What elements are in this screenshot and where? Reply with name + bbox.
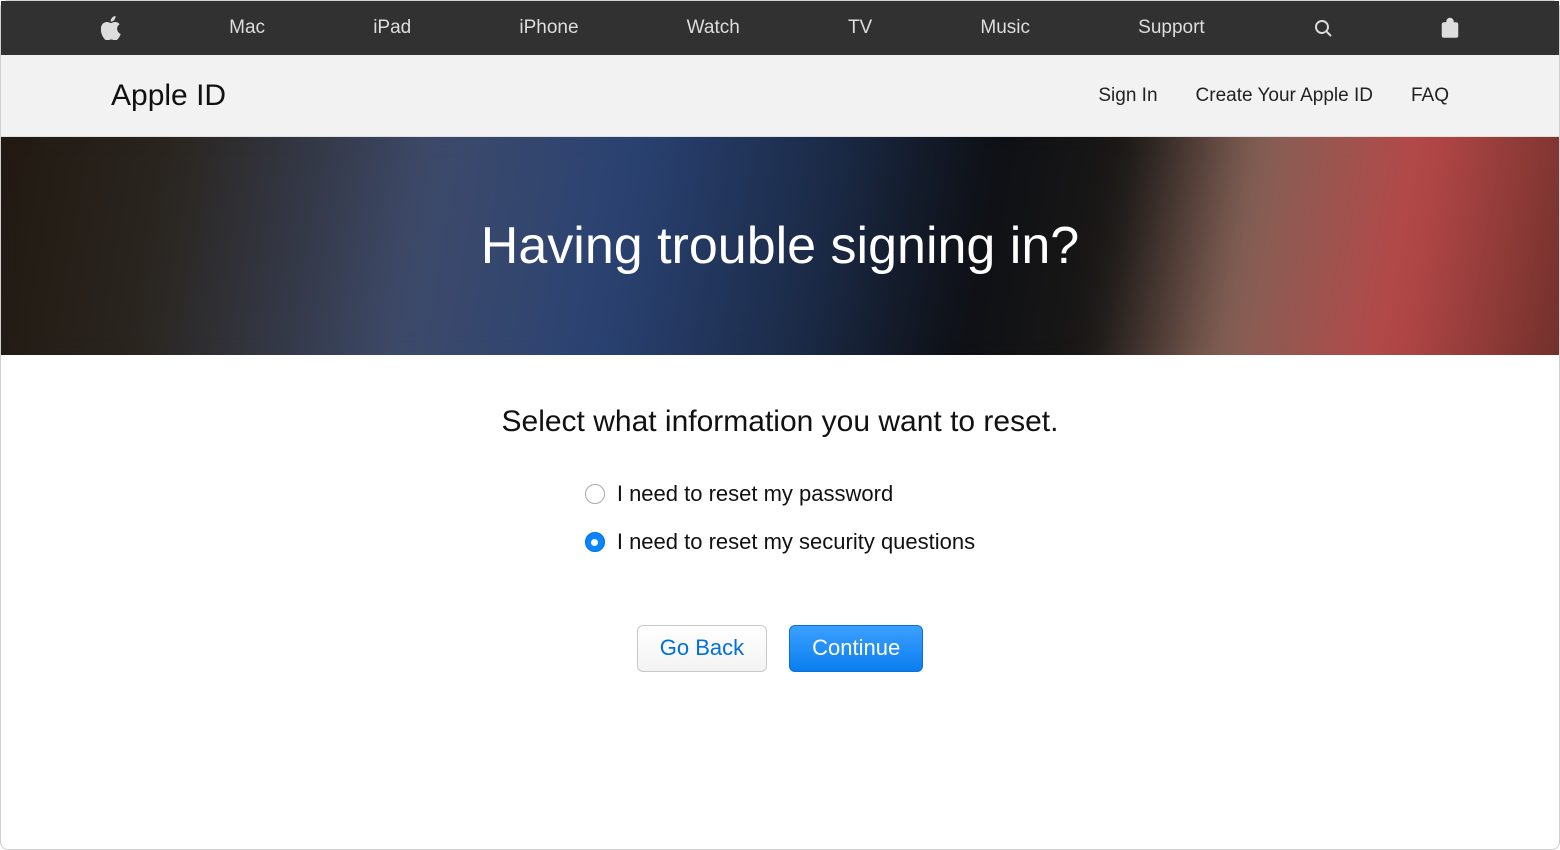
subnav-faq[interactable]: FAQ [1411, 85, 1449, 107]
bag-icon[interactable] [1441, 17, 1459, 39]
option-label: I need to reset my security questions [617, 529, 975, 555]
option-reset-password[interactable]: I need to reset my password [585, 481, 893, 507]
apple-logo-icon[interactable] [101, 16, 121, 40]
subnav-sign-in[interactable]: Sign In [1098, 85, 1157, 107]
option-reset-security-questions[interactable]: I need to reset my security questions [585, 529, 975, 555]
nav-iphone[interactable]: iPhone [519, 17, 578, 39]
page-brand-title[interactable]: Apple ID [111, 79, 226, 113]
continue-button[interactable]: Continue [789, 625, 923, 672]
nav-support[interactable]: Support [1138, 17, 1205, 39]
option-label: I need to reset my password [617, 481, 893, 507]
radio-reset-security-questions[interactable] [585, 532, 605, 552]
go-back-button[interactable]: Go Back [637, 625, 767, 672]
subnav-create-id[interactable]: Create Your Apple ID [1196, 85, 1373, 107]
nav-ipad[interactable]: iPad [373, 17, 411, 39]
reset-options: I need to reset my password I need to re… [585, 481, 975, 555]
main-content: Select what information you want to rese… [1, 355, 1559, 672]
radio-reset-password[interactable] [585, 484, 605, 504]
sub-nav: Apple ID Sign In Create Your Apple ID FA… [1, 55, 1559, 137]
hero-title: Having trouble signing in? [481, 216, 1079, 276]
nav-mac[interactable]: Mac [229, 17, 265, 39]
nav-tv[interactable]: TV [848, 17, 872, 39]
search-icon[interactable] [1313, 18, 1333, 38]
nav-music[interactable]: Music [980, 17, 1030, 39]
action-buttons: Go Back Continue [1, 625, 1559, 672]
hero-banner: Having trouble signing in? [1, 137, 1559, 355]
nav-watch[interactable]: Watch [687, 17, 740, 39]
reset-prompt: Select what information you want to rese… [1, 405, 1559, 439]
global-nav: Mac iPad iPhone Watch TV Music Support [1, 1, 1559, 55]
